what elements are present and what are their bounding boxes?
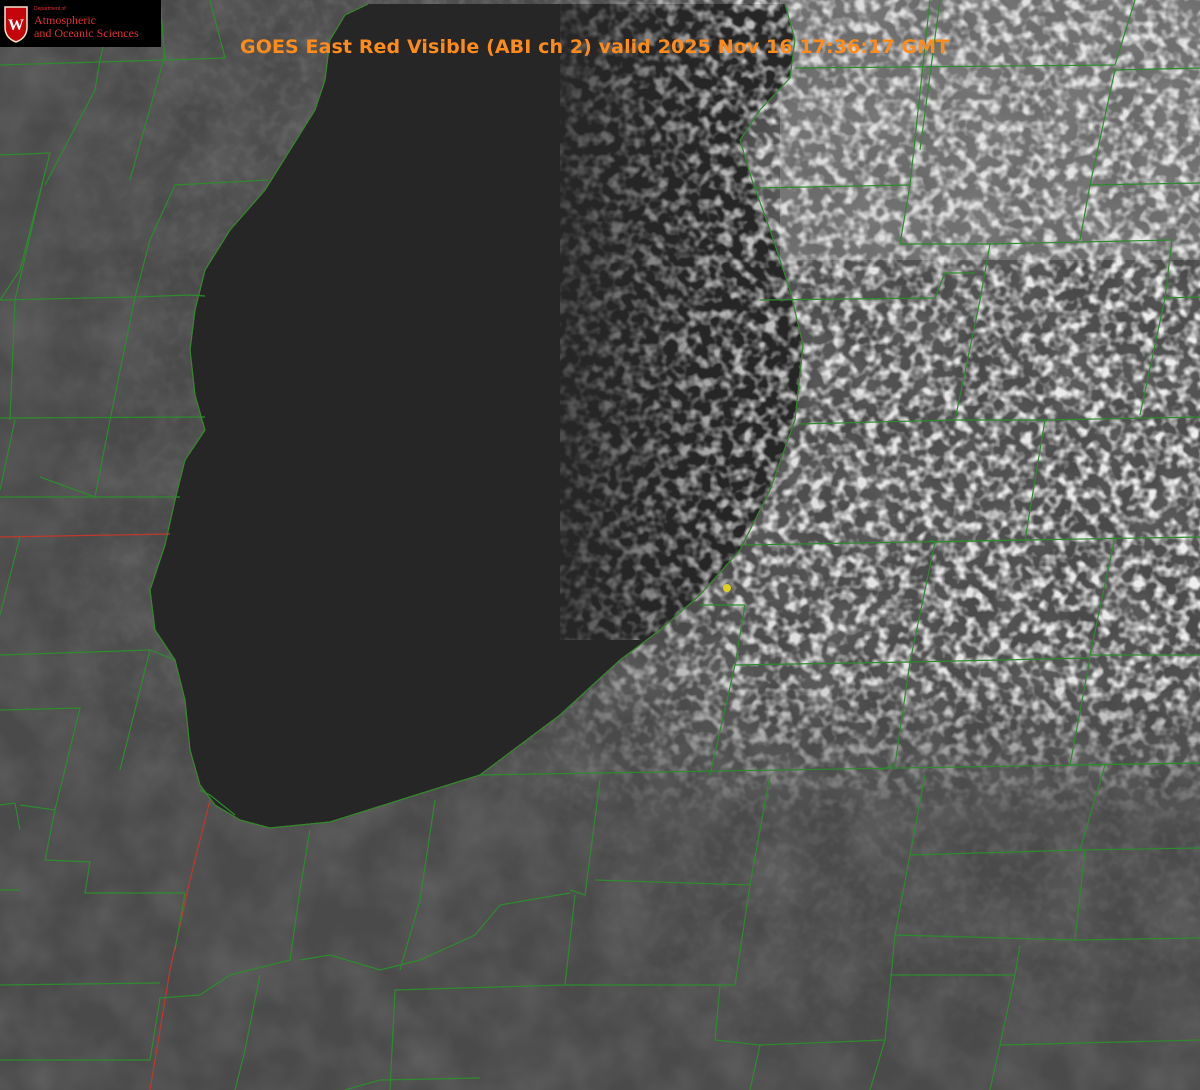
aos-logo: W Department of Atmospheric and Oceanic … — [0, 0, 161, 47]
uw-shield-icon: W — [4, 6, 28, 43]
satellite-map-viewer: W Department of Atmospheric and Oceanic … — [0, 0, 1200, 1090]
satellite-map — [0, 0, 1200, 1090]
logo-line-2: and Oceanic Sciences — [34, 26, 139, 40]
shield-letter: W — [8, 17, 24, 34]
product-title: GOES East Red Visible (ABI ch 2) valid 2… — [240, 36, 950, 58]
logo-dept-line: Department of — [34, 6, 66, 12]
station-marker — [723, 584, 731, 592]
